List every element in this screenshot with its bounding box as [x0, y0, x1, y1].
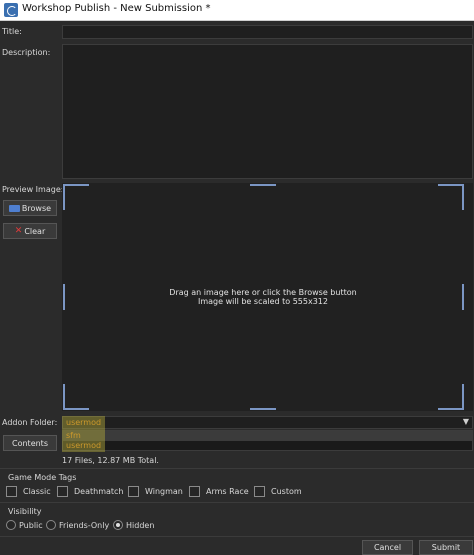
addon-folder-dropdown: sfm usermod: [62, 430, 473, 451]
tag-classic-checkbox[interactable]: Classic: [6, 486, 51, 497]
section-divider: [0, 502, 474, 503]
clear-button-label: Clear: [24, 226, 46, 236]
preview-hint-primary: Drag an image here or click the Browse b…: [169, 288, 357, 297]
addon-folder-value: usermod: [66, 418, 102, 427]
corner-marker-top-right: [438, 184, 464, 210]
cancel-button[interactable]: Cancel: [362, 540, 413, 555]
clear-button[interactable]: ✕ Clear: [3, 223, 57, 239]
edge-marker-top: [250, 184, 276, 186]
visibility-public-label: Public: [19, 520, 43, 530]
section-divider: [0, 468, 474, 469]
corner-marker-top-left: [63, 184, 89, 210]
tag-custom-label: Custom: [271, 487, 302, 496]
radio-icon: [6, 520, 16, 530]
browse-button[interactable]: Browse: [3, 200, 57, 216]
visibility-title: Visibility: [8, 507, 42, 516]
title-input[interactable]: [62, 25, 473, 39]
addon-folder-select[interactable]: usermod ▼: [62, 416, 473, 429]
checkbox-icon: [6, 486, 17, 497]
footer-divider: [0, 536, 474, 537]
checkbox-icon: [57, 486, 68, 497]
tag-classic-label: Classic: [23, 487, 51, 496]
tag-deathmatch-label: Deathmatch: [74, 487, 124, 496]
corner-marker-bottom-right: [438, 384, 464, 410]
browse-button-label: Browse: [21, 203, 52, 213]
close-icon: ✕: [14, 226, 23, 236]
game-mode-title: Game Mode Tags: [8, 473, 77, 482]
visibility-hidden-label: Hidden: [126, 520, 155, 530]
window-titlebar: Workshop Publish - New Submission *: [0, 0, 474, 21]
checkbox-icon: [254, 486, 265, 497]
checkbox-icon: [128, 486, 139, 497]
file-stats: 17 Files, 12.87 MB Total.: [62, 456, 159, 465]
tag-wingman-checkbox[interactable]: Wingman: [128, 486, 183, 497]
preview-drop-area[interactable]: Drag an image here or click the Browse b…: [62, 183, 473, 411]
tag-arms-race-label: Arms Race: [206, 487, 249, 496]
visibility-friends-only-label: Friends-Only: [59, 520, 110, 530]
edge-marker-bottom: [250, 408, 276, 410]
visibility-friends-only-radio[interactable]: Friends-Only: [46, 520, 109, 530]
preview-image-label: Preview Image:: [2, 185, 64, 194]
description-textarea[interactable]: [62, 44, 473, 179]
description-label: Description:: [2, 48, 51, 57]
addon-option-sfm[interactable]: sfm: [63, 431, 472, 441]
tag-custom-checkbox[interactable]: Custom: [254, 486, 302, 497]
radio-selected-icon: [113, 520, 123, 530]
tag-arms-race-checkbox[interactable]: Arms Race: [189, 486, 249, 497]
title-label: Title:: [2, 27, 22, 36]
folder-icon: [8, 204, 20, 212]
chevron-down-icon[interactable]: ▼: [463, 417, 469, 426]
radio-icon: [46, 520, 56, 530]
preview-hint-secondary: Image will be scaled to 555x312: [198, 297, 328, 306]
visibility-hidden-radio[interactable]: Hidden: [113, 520, 154, 530]
corner-marker-bottom-left: [63, 384, 89, 410]
app-icon: [4, 3, 18, 17]
addon-option-usermod[interactable]: usermod: [63, 441, 472, 451]
addon-folder-label: Addon Folder:: [2, 418, 58, 427]
tag-wingman-label: Wingman: [145, 487, 183, 496]
checkbox-icon: [189, 486, 200, 497]
visibility-public-radio[interactable]: Public: [6, 520, 43, 530]
submit-button[interactable]: Submit: [419, 540, 473, 555]
contents-button[interactable]: Contents: [3, 435, 57, 451]
window-title: Workshop Publish - New Submission *: [22, 3, 211, 14]
tag-deathmatch-checkbox[interactable]: Deathmatch: [57, 486, 124, 497]
